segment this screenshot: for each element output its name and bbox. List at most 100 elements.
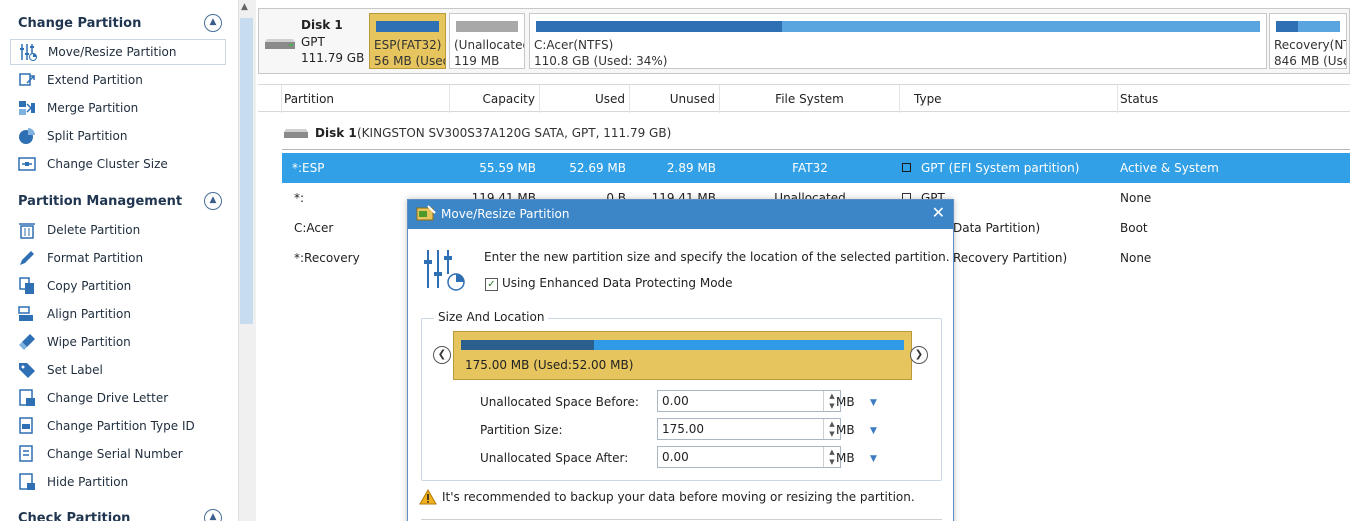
sidebar-item-extend-partition[interactable]: Extend Partition [10,67,226,93]
sidebar-item-label: Merge Partition [47,101,139,115]
sidebar-item-copy-partition[interactable]: Copy Partition [10,273,226,299]
header-spacer [258,85,282,113]
sliders-icon [422,248,466,295]
sidebar-item-align-partition[interactable]: Align Partition [10,301,226,327]
section-title-partition-management: Partition Management [18,194,183,209]
unit-dropdown-icon[interactable]: ▼ [870,398,877,408]
unit-label: MB [836,451,855,465]
collapse-change-partition-button[interactable]: ▲ [204,14,222,32]
diskmap-partition-unallocated[interactable]: (Unallocated 119 MB [449,13,525,69]
section-title-change-partition: Change Partition [18,16,142,31]
collapse-partition-management-button[interactable]: ▲ [204,192,222,210]
partition-size: 119 MB [454,54,500,68]
partition-size: 110.8 GB (Used: 34%) [534,54,668,68]
partition-size: 56 MB (Used [374,54,446,68]
warning-text: It's recommended to backup your data bef… [442,490,915,504]
partition-size-stepper[interactable]: ▲▼ [657,418,841,440]
move-resize-app-icon [416,205,436,226]
unallocated-after-stepper[interactable]: ▲▼ [657,446,841,468]
sliders-icon [19,43,37,61]
partition-resize-block[interactable]: 175.00 MB (Used:52.00 MB) [453,331,912,380]
sidebar-item-change-drive-letter[interactable]: Change Drive Letter [10,385,226,411]
cell-file-system: FAT32 [792,161,828,175]
sidebar-item-merge-partition[interactable]: Merge Partition [10,95,226,121]
unallocated-before-stepper[interactable]: ▲▼ [657,390,841,412]
sidebar-item-change-serial-number[interactable]: Change Serial Number [10,441,226,467]
usage-bar [536,21,1260,32]
disk-row-name: Disk 1 [315,126,357,140]
scroll-up-arrow-icon[interactable]: ▲ [241,2,248,12]
sidebar-item-label: Hide Partition [47,475,129,489]
trash-icon [18,221,36,239]
disk-row[interactable]: Disk 1 (KINGSTON SV300S37A120G SATA, GPT… [282,120,1350,150]
usage-bar [1276,21,1340,32]
unit-dropdown-icon[interactable]: ▼ [870,426,877,436]
cluster-icon [18,155,36,173]
usage-bar [376,21,439,32]
sidebar-item-delete-partition[interactable]: Delete Partition [10,217,226,243]
cell-type: GPT (EFI System partition) [921,161,1080,175]
cell-status: None [1120,251,1152,265]
cell-status: Boot [1120,221,1148,235]
sidebar-item-change-cluster-size[interactable]: Change Cluster Size [10,151,226,177]
sidebar-item-label: Copy Partition [47,279,132,293]
move-right-arrow-icon[interactable]: ❯ [910,346,928,364]
partition-size-label: Partition Size: [480,423,563,437]
cell-type: Recovery Partition) [953,251,1068,265]
unit-dropdown-icon[interactable]: ▼ [870,454,877,464]
action-sidebar: Change Partition ▲ Move/Resize Partition… [0,0,238,521]
unallocated-before-input[interactable] [658,391,810,411]
header-status[interactable]: Status [1118,85,1350,113]
diskmap-partition-recovery[interactable]: Recovery(NT 846 MB (Use [1269,13,1347,69]
extend-icon [18,71,36,89]
move-left-arrow-icon[interactable]: ❮ [433,346,451,364]
sidebar-item-format-partition[interactable]: Format Partition [10,245,226,271]
sidebar-item-hide-partition[interactable]: Hide Partition [10,469,226,495]
merge-icon [18,99,36,117]
cell-partition: *:Recovery [294,251,360,265]
header-file-system[interactable]: File System [720,85,900,113]
sidebar-item-label: Extend Partition [47,73,143,87]
partition-type-square-icon [902,163,911,172]
enhanced-mode-checkbox[interactable]: ✓ [485,278,498,291]
unallocated-after-input[interactable] [658,447,810,467]
sidebar-item-move-resize-partition[interactable]: Move/Resize Partition [10,39,226,65]
table-row[interactable]: *:ESP 55.59 MB 52.69 MB 2.89 MB FAT32 GP… [282,153,1350,183]
cell-partition: *: [294,191,305,205]
disk-style: GPT [301,35,325,49]
header-capacity[interactable]: Capacity [450,85,540,113]
diskmap-partition-esp[interactable]: ESP(FAT32) 56 MB (Used [369,13,446,69]
sidebar-scroll-thumb[interactable] [240,18,253,324]
close-icon[interactable]: ✕ [932,205,945,221]
sidebar-item-change-partition-type-id[interactable]: Change Partition Type ID [10,413,226,439]
cell-partition: *:ESP [292,161,325,175]
disk-info[interactable]: Disk 1 GPT 111.79 GB [259,9,367,73]
cell-unused: 2.89 MB [666,161,716,175]
sidebar-item-wipe-partition[interactable]: Wipe Partition [10,329,226,355]
unit-label: MB [836,395,855,409]
sidebar-item-label: Set Label [47,363,103,377]
header-used[interactable]: Used [540,85,630,113]
unit-label: MB [836,423,855,437]
enhanced-mode-label: Using Enhanced Data Protecting Mode [502,276,733,290]
header-partition[interactable]: Partition [282,85,450,113]
partition-size-input[interactable] [658,419,810,439]
type-id-icon [18,417,36,435]
diskmap-partition-c-acer[interactable]: C:Acer(NTFS) 110.8 GB (Used: 34%) [529,13,1267,69]
move-resize-dialog: Move/Resize Partition ✕ Enter the new pa… [407,199,954,521]
disk-map: Disk 1 GPT 111.79 GB ESP(FAT32) 56 MB (U… [258,8,1350,74]
dialog-title-bar[interactable]: Move/Resize Partition ✕ [408,200,953,229]
sidebar-item-split-partition[interactable]: Split Partition [10,123,226,149]
partition-block-text: 175.00 MB (Used:52.00 MB) [465,358,634,372]
header-type[interactable]: Type [900,85,1118,113]
copy-icon [18,277,36,295]
warning-icon [419,488,437,508]
collapse-check-partition-button[interactable]: ▲ [204,509,222,521]
header-unused[interactable]: Unused [630,85,720,113]
partition-label: C:Acer(NTFS) [534,38,614,52]
sidebar-item-set-label[interactable]: Set Label [10,357,226,383]
usage-bar [456,21,518,32]
partition-label: Recovery(NT [1274,38,1347,52]
disk-row-detail: (KINGSTON SV300S37A120G SATA, GPT, 111.7… [357,126,672,140]
sidebar-item-label: Align Partition [47,307,131,321]
